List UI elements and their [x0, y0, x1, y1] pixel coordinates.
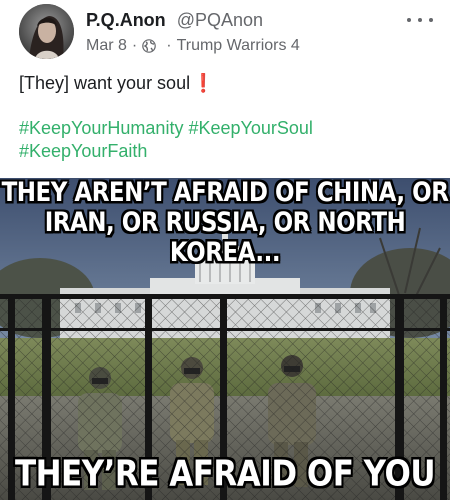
author-handle[interactable]: @PQAnon	[177, 10, 263, 30]
author-name[interactable]: P.Q.Anon	[86, 10, 166, 30]
post-meta: Mar 8 · · Trump Warriors 4	[86, 36, 300, 56]
avatar[interactable]	[19, 4, 74, 59]
social-post: P.Q.Anon @PQAnon Mar 8 · · Trump Warrior…	[0, 0, 450, 500]
meta-separator: ·	[131, 37, 138, 54]
hashtag-keepyoursoul[interactable]: #KeepYourSoul	[188, 118, 312, 138]
meme-caption-bottom: THEY’RE AFRAID OF YOU	[14, 453, 436, 495]
group-name[interactable]: Trump Warriors 4	[177, 36, 300, 56]
meta-separator: ·	[166, 37, 172, 54]
post-text: [They] want your soul ❗	[19, 72, 215, 94]
more-options-icon[interactable]	[407, 12, 433, 28]
hashtag-keepyourhumanity[interactable]: #KeepYourHumanity	[19, 118, 183, 138]
meme-image[interactable]: THEY AREN’T AFRAID OF CHINA, OR IRAN, OR…	[0, 178, 450, 500]
post-date[interactable]: Mar 8	[86, 36, 127, 56]
hashtag-keepyourfaith[interactable]: #KeepYourFaith	[19, 141, 147, 161]
globe-icon	[142, 39, 157, 53]
post-body: [They] want your soul	[19, 73, 191, 93]
meme-caption-top-line1: THEY AREN’T AFRAID OF CHINA, OR	[1, 178, 449, 208]
author-line: P.Q.Anon @PQAnon	[86, 9, 263, 31]
hashtag-list: #KeepYourHumanity #KeepYourSoul #KeepYou…	[19, 117, 313, 163]
exclamation-emoji: ❗	[192, 73, 215, 93]
meme-caption-top-line2: IRAN, OR RUSSIA, OR NORTH KOREA...	[44, 208, 406, 268]
